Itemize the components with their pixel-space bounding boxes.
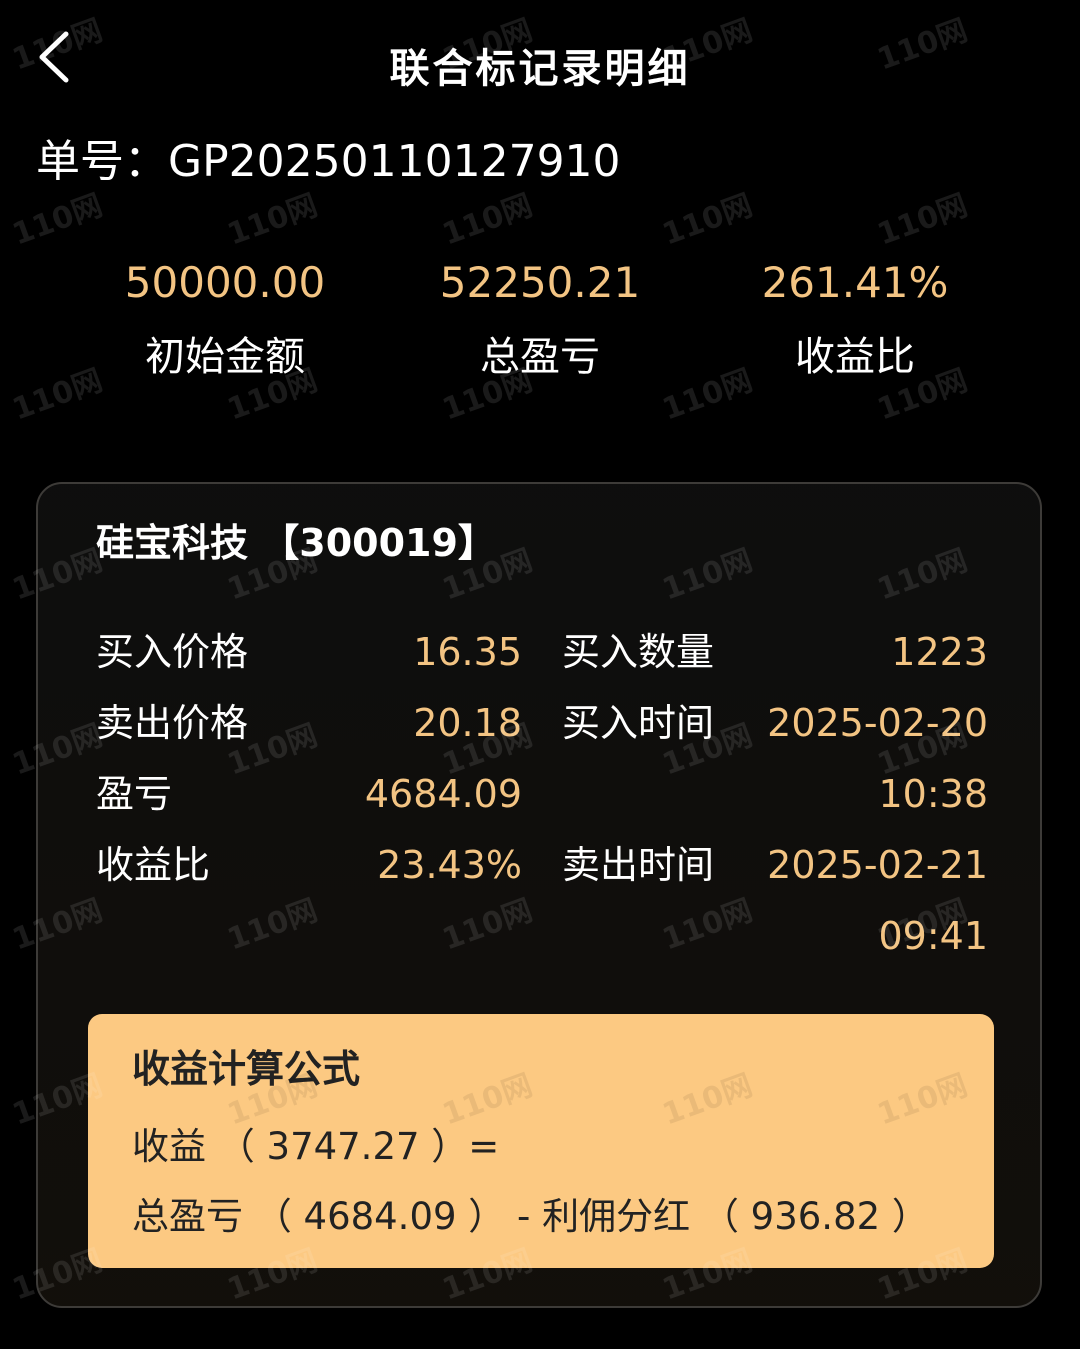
watermark: 110网: [438, 188, 538, 253]
detail-value: 16.35: [413, 630, 522, 674]
stock-name: 硅宝科技: [96, 521, 249, 565]
detail-label: 买入数量: [562, 630, 715, 674]
order-number-label: 单号：: [36, 136, 168, 187]
stock-title: 硅宝科技 【300019】: [96, 512, 496, 567]
order-number-value: GP20250110127910: [168, 136, 621, 187]
trade-detail-grid: 买入价格 16.35 买入数量 1223 卖出价格 20.18 买入时间 202…: [96, 622, 988, 977]
stock-code: 【300019】: [261, 521, 496, 565]
watermark: 110网: [223, 188, 323, 253]
summary-value: 50000.00: [124, 258, 326, 307]
detail-value: 20.18: [413, 701, 522, 745]
detail-value: 1223: [891, 630, 988, 674]
detail-label: 买入价格: [96, 630, 249, 674]
detail-row: 买入价格 16.35 买入数量 1223: [96, 622, 988, 693]
formula-line-2: 总盈亏 （ 4684.09 ） - 利佣分红 （ 936.82 ）: [132, 1195, 929, 1238]
detail-label: 买入时间: [562, 701, 715, 745]
detail-label: 盈亏: [96, 772, 173, 816]
detail-row: 盈亏 4684.09 10:38: [96, 764, 988, 835]
summary-label: 总盈亏: [480, 334, 600, 380]
watermark: 110网: [873, 188, 973, 253]
summary-total-pnl: 52250.21 总盈亏: [370, 255, 710, 385]
detail-row: 卖出价格 20.18 买入时间 2025-02-20: [96, 693, 988, 764]
detail-label: 收益比: [96, 843, 211, 887]
detail-value: 4684.09: [364, 772, 522, 816]
detail-value: 23.43%: [377, 843, 522, 887]
detail-label: 卖出价格: [96, 701, 249, 745]
formula-title: 收益计算公式: [132, 1047, 361, 1091]
watermark: 110网: [658, 188, 758, 253]
watermark: 110网: [8, 188, 108, 253]
summary-initial-amount: 50000.00 初始金额: [55, 255, 395, 385]
detail-label: 卖出时间: [562, 843, 715, 887]
summary-label: 初始金额: [145, 334, 305, 380]
detail-row: 收益比 23.43% 卖出时间 2025-02-21: [96, 835, 988, 906]
summary-value: 261.41%: [761, 258, 949, 307]
page-title: 联合标记录明细: [389, 46, 691, 92]
detail-value: 2025-02-21: [767, 843, 988, 887]
header: 联合标记录明细: [0, 0, 1080, 125]
trade-detail-card: 硅宝科技 【300019】 买入价格 16.35 买入数量 1223 卖出价格 …: [36, 482, 1042, 1308]
detail-row: 09:41: [96, 906, 988, 977]
detail-value: 09:41: [878, 914, 988, 958]
detail-value: 2025-02-20: [767, 701, 988, 745]
formula-line-1: 收益 （ 3747.27 ）=: [132, 1125, 500, 1168]
summary-label: 收益比: [795, 334, 915, 380]
summary-return-ratio: 261.41% 收益比: [685, 255, 1025, 385]
profit-formula-box: 收益计算公式 收益 （ 3747.27 ）= 总盈亏 （ 4684.09 ） -…: [88, 1014, 994, 1268]
summary-value: 52250.21: [439, 258, 641, 307]
detail-value: 10:38: [878, 772, 988, 816]
order-number: 单号：GP20250110127910: [36, 125, 621, 189]
